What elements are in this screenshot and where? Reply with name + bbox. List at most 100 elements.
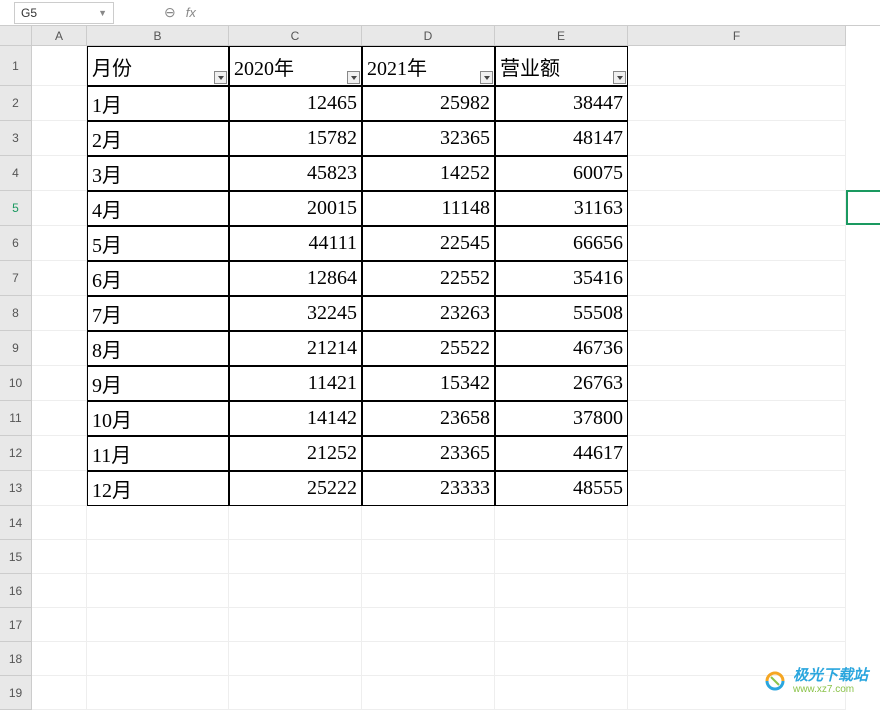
cell-A15[interactable] <box>32 540 87 574</box>
cell-B10[interactable]: 9月 <box>87 366 229 401</box>
cell-C10[interactable]: 11421 <box>229 366 362 401</box>
cell-D9[interactable]: 25522 <box>362 331 495 366</box>
cell-E1[interactable]: 营业额 <box>495 46 628 86</box>
row-header-16[interactable]: 16 <box>0 574 32 608</box>
row-header-4[interactable]: 4 <box>0 156 32 191</box>
cell-B5[interactable]: 4月 <box>87 191 229 226</box>
col-header-A[interactable]: A <box>32 26 87 46</box>
cell-C7[interactable]: 12864 <box>229 261 362 296</box>
cell-A3[interactable] <box>32 121 87 156</box>
row-header-10[interactable]: 10 <box>0 366 32 401</box>
row-header-9[interactable]: 9 <box>0 331 32 366</box>
row-header-1[interactable]: 1 <box>0 46 32 86</box>
cell-E10[interactable]: 26763 <box>495 366 628 401</box>
cell-F9[interactable] <box>628 331 846 366</box>
col-header-B[interactable]: B <box>87 26 229 46</box>
cell-C3[interactable]: 15782 <box>229 121 362 156</box>
cell-E7[interactable]: 35416 <box>495 261 628 296</box>
cell-C1[interactable]: 2020年 <box>229 46 362 86</box>
cell-A19[interactable] <box>32 676 87 710</box>
filter-dropdown-icon[interactable] <box>613 71 626 84</box>
col-header-E[interactable]: E <box>495 26 628 46</box>
cell-D8[interactable]: 23263 <box>362 296 495 331</box>
cell-F12[interactable] <box>628 436 846 471</box>
cell-F8[interactable] <box>628 296 846 331</box>
cell-C15[interactable] <box>229 540 362 574</box>
cell-B7[interactable]: 6月 <box>87 261 229 296</box>
cell-F16[interactable] <box>628 574 846 608</box>
cell-A1[interactable] <box>32 46 87 86</box>
cell-E17[interactable] <box>495 608 628 642</box>
cell-A7[interactable] <box>32 261 87 296</box>
cell-D19[interactable] <box>362 676 495 710</box>
cell-C8[interactable]: 32245 <box>229 296 362 331</box>
cell-B6[interactable]: 5月 <box>87 226 229 261</box>
cell-F1[interactable] <box>628 46 846 86</box>
cell-A5[interactable] <box>32 191 87 226</box>
cell-D3[interactable]: 32365 <box>362 121 495 156</box>
cell-C9[interactable]: 21214 <box>229 331 362 366</box>
cell-B4[interactable]: 3月 <box>87 156 229 191</box>
name-box-dropdown-icon[interactable]: ▼ <box>98 8 107 18</box>
cell-B8[interactable]: 7月 <box>87 296 229 331</box>
cell-E4[interactable]: 60075 <box>495 156 628 191</box>
cell-B1[interactable]: 月份 <box>87 46 229 86</box>
cell-F7[interactable] <box>628 261 846 296</box>
col-header-C[interactable]: C <box>229 26 362 46</box>
cell-C13[interactable]: 25222 <box>229 471 362 506</box>
cell-E13[interactable]: 48555 <box>495 471 628 506</box>
cell-D7[interactable]: 22552 <box>362 261 495 296</box>
row-header-7[interactable]: 7 <box>0 261 32 296</box>
cell-E8[interactable]: 55508 <box>495 296 628 331</box>
cell-F5[interactable] <box>628 191 846 226</box>
cell-E6[interactable]: 66656 <box>495 226 628 261</box>
cell-C14[interactable] <box>229 506 362 540</box>
cell-E14[interactable] <box>495 506 628 540</box>
cell-B13[interactable]: 12月 <box>87 471 229 506</box>
filter-dropdown-icon[interactable] <box>480 71 493 84</box>
cell-C6[interactable]: 44111 <box>229 226 362 261</box>
cell-D14[interactable] <box>362 506 495 540</box>
col-header-D[interactable]: D <box>362 26 495 46</box>
row-header-13[interactable]: 13 <box>0 471 32 506</box>
cell-F4[interactable] <box>628 156 846 191</box>
cell-E19[interactable] <box>495 676 628 710</box>
cell-A6[interactable] <box>32 226 87 261</box>
cancel-formula-icon[interactable]: ⊖ <box>164 4 176 21</box>
cell-B14[interactable] <box>87 506 229 540</box>
cell-E11[interactable]: 37800 <box>495 401 628 436</box>
cell-C16[interactable] <box>229 574 362 608</box>
filter-dropdown-icon[interactable] <box>214 71 227 84</box>
cell-B12[interactable]: 11月 <box>87 436 229 471</box>
select-all-corner[interactable] <box>0 26 32 46</box>
cell-B9[interactable]: 8月 <box>87 331 229 366</box>
cell-D17[interactable] <box>362 608 495 642</box>
cell-F14[interactable] <box>628 506 846 540</box>
cell-F3[interactable] <box>628 121 846 156</box>
row-header-19[interactable]: 19 <box>0 676 32 710</box>
cell-A2[interactable] <box>32 86 87 121</box>
cell-A4[interactable] <box>32 156 87 191</box>
cell-A13[interactable] <box>32 471 87 506</box>
filter-dropdown-icon[interactable] <box>347 71 360 84</box>
cell-B19[interactable] <box>87 676 229 710</box>
cell-C2[interactable]: 12465 <box>229 86 362 121</box>
cell-D10[interactable]: 15342 <box>362 366 495 401</box>
cell-B18[interactable] <box>87 642 229 676</box>
cell-D1[interactable]: 2021年 <box>362 46 495 86</box>
cell-F17[interactable] <box>628 608 846 642</box>
cell-C12[interactable]: 21252 <box>229 436 362 471</box>
cell-D18[interactable] <box>362 642 495 676</box>
row-header-2[interactable]: 2 <box>0 86 32 121</box>
row-header-11[interactable]: 11 <box>0 401 32 436</box>
cell-E5[interactable]: 31163 <box>495 191 628 226</box>
cell-C17[interactable] <box>229 608 362 642</box>
cell-D11[interactable]: 23658 <box>362 401 495 436</box>
cell-B15[interactable] <box>87 540 229 574</box>
row-header-12[interactable]: 12 <box>0 436 32 471</box>
cell-D13[interactable]: 23333 <box>362 471 495 506</box>
cell-D15[interactable] <box>362 540 495 574</box>
row-header-14[interactable]: 14 <box>0 506 32 540</box>
cell-B2[interactable]: 1月 <box>87 86 229 121</box>
row-header-18[interactable]: 18 <box>0 642 32 676</box>
